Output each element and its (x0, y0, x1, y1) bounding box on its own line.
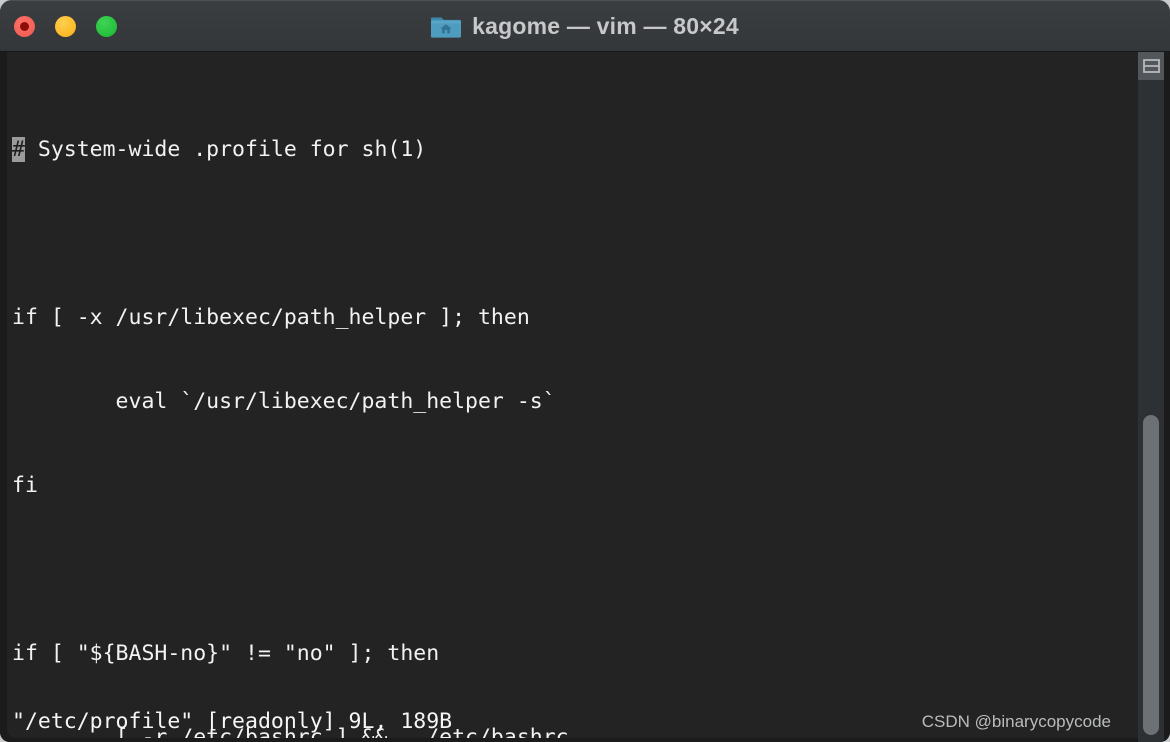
scrollbar-thumb[interactable] (1143, 415, 1159, 735)
home-folder-icon (431, 17, 462, 38)
vim-cursor: # (12, 137, 25, 162)
vim-buffer[interactable]: # System-wide .profile for sh(1) if [ -x… (12, 52, 1138, 738)
window-frame-bottom (0, 738, 1170, 742)
split-pane-button[interactable] (1138, 52, 1164, 80)
buffer-line: eval `/usr/libexec/path_helper -s` (12, 389, 556, 414)
minimize-button[interactable] (55, 16, 76, 37)
split-horizontal-icon (1142, 59, 1160, 73)
buffer-line (12, 556, 1138, 584)
window-frame-right (1164, 52, 1170, 742)
watermark-text: CSDN @binarycopycode (921, 712, 1111, 731)
terminal-window: kagome — vim — 80×24 # System-wide .prof… (0, 0, 1170, 742)
scrollbar-track[interactable] (1138, 80, 1164, 742)
buffer-line: if [ "${BASH-no}" != "no" ]; then (12, 641, 440, 666)
maximize-button[interactable] (96, 16, 117, 37)
window-controls (14, 16, 117, 37)
buffer-line-rest: System-wide .profile for sh(1) (24, 137, 427, 162)
close-button[interactable] (14, 16, 35, 37)
buffer-line: if [ -x /usr/libexec/path_helper ]; then (12, 305, 530, 330)
buffer-line: # System-wide .profile for sh(1) (12, 136, 1138, 164)
terminal-right-gutter (1138, 52, 1164, 742)
titlebar-highlight (1, 0, 1169, 1)
window-frame-left (0, 52, 7, 742)
terminal-screen[interactable]: # System-wide .profile for sh(1) if [ -x… (7, 52, 1138, 738)
title-group: kagome — vim — 80×24 (0, 0, 1170, 52)
vim-status-line: "/etc/profile" [readonly] 9L, 189B (12, 709, 453, 734)
buffer-line: fi (12, 473, 38, 498)
window-titlebar[interactable]: kagome — vim — 80×24 (0, 0, 1170, 52)
window-title: kagome — vim — 80×24 (472, 12, 739, 39)
buffer-line (12, 220, 1138, 248)
